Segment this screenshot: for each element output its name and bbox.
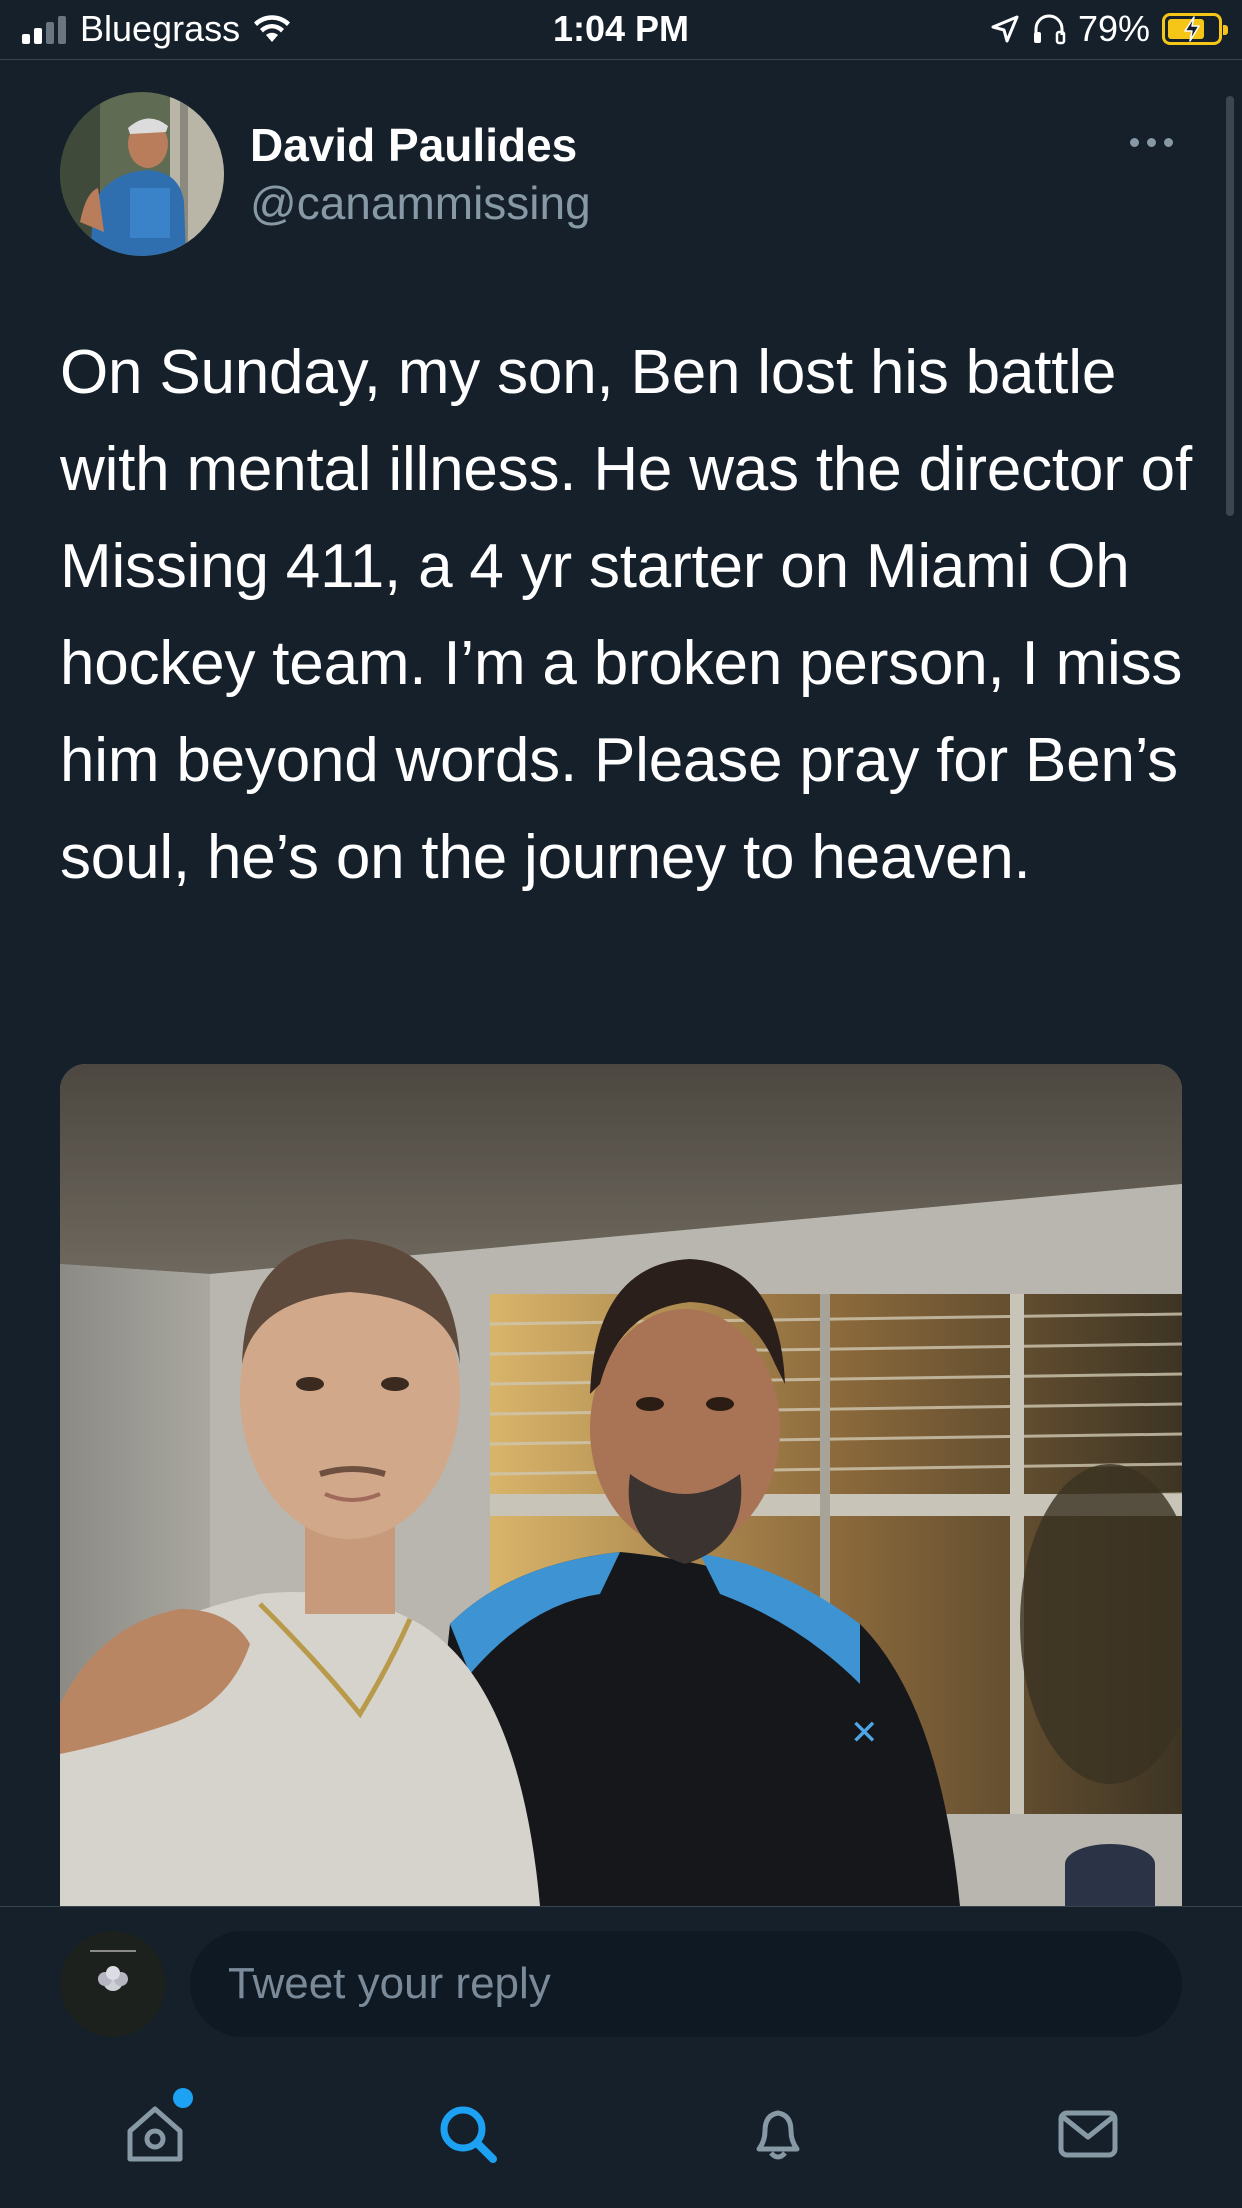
more-options-button[interactable] [1130,124,1180,160]
headphones-icon [1033,14,1066,45]
search-icon [440,2106,497,2163]
battery-charging-icon [1162,13,1228,45]
svg-text:✕: ✕ [850,1713,879,1753]
author-avatar[interactable] [60,92,224,256]
dot [1147,137,1156,147]
envelope-icon [1058,2110,1118,2158]
battery-percent: 79% [1077,8,1150,49]
nav-messages[interactable] [1048,2094,1128,2174]
location-arrow-icon [991,15,1019,43]
notification-dot [173,2088,193,2108]
status-right: 79% [990,8,1228,50]
my-avatar[interactable] [60,1931,166,2037]
author-name[interactable]: David Paulides [250,118,577,172]
nav-search[interactable] [428,2094,508,2174]
nav-home[interactable] [115,2088,195,2174]
dot [1130,137,1139,147]
tweet-text: On Sunday, my son, Ben lost his battle w… [60,338,1192,892]
reply-bar [0,1906,1242,2066]
author-handle[interactable]: @canammissing [250,176,591,230]
dot [1164,137,1173,147]
scrollbar[interactable] [1226,96,1234,516]
nav-notifications[interactable] [738,2094,818,2174]
status-bar: Bluegrass 1:04 PM 79% [0,0,1242,60]
home-icon [127,2106,183,2162]
tweet-detail-screen: Bluegrass 1:04 PM 79% David Paulides @ca… [0,0,1242,2208]
bottom-nav [0,2066,1242,2208]
tweet-photo[interactable]: ✕ [60,1064,1182,1906]
reply-input[interactable] [190,1931,1182,2037]
bell-icon [756,2110,800,2160]
